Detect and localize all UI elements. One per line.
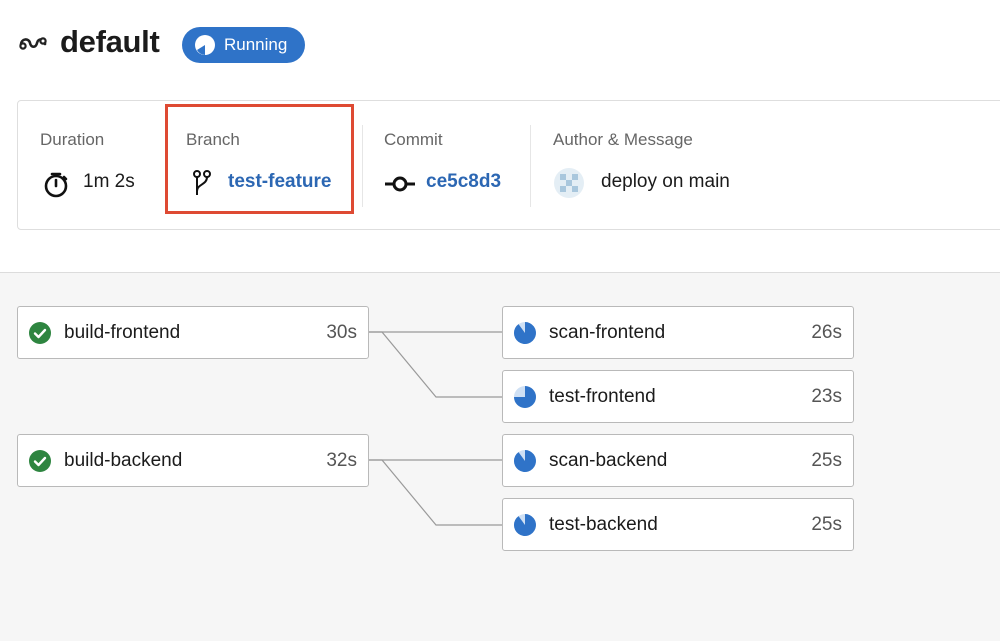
- job-test-backend[interactable]: test-backend 25s: [502, 498, 854, 551]
- job-duration: 30s: [326, 321, 357, 343]
- commit-section: Commit ce5c8d3: [363, 101, 533, 231]
- commit-label: Commit: [384, 130, 443, 149]
- pipeline-header: default Running: [0, 0, 1000, 90]
- job-name: test-frontend: [549, 385, 656, 407]
- page-title: default: [60, 24, 160, 59]
- job-duration: 32s: [326, 449, 357, 471]
- job-duration: 23s: [811, 385, 842, 407]
- job-duration: 26s: [811, 321, 842, 343]
- running-progress-icon: [514, 385, 536, 408]
- author-label: Author & Message: [553, 130, 693, 149]
- running-icon: [195, 35, 215, 55]
- running-progress-icon: [513, 513, 536, 536]
- branch-highlight-box: [165, 104, 354, 214]
- job-duration: 25s: [811, 449, 842, 471]
- job-name: build-backend: [64, 449, 183, 471]
- duration-value: 1m 2s: [83, 171, 135, 192]
- running-progress-icon: [513, 321, 536, 344]
- avatar[interactable]: [553, 167, 585, 199]
- success-check-icon: [29, 321, 51, 344]
- pipeline-graph: build-frontend 30s build-backend 32s sca…: [0, 272, 1000, 641]
- stopwatch-icon: [44, 172, 68, 198]
- success-check-icon: [29, 449, 51, 472]
- job-scan-backend[interactable]: scan-backend 25s: [502, 434, 854, 487]
- status-badge-label: Running: [224, 35, 288, 54]
- running-progress-icon: [513, 449, 536, 472]
- job-scan-frontend[interactable]: scan-frontend 26s: [502, 306, 854, 359]
- duration-label: Duration: [40, 130, 105, 149]
- job-name: test-backend: [549, 513, 658, 535]
- status-badge: Running: [182, 27, 306, 63]
- job-build-frontend[interactable]: build-frontend 30s: [17, 306, 369, 359]
- job-name: build-frontend: [64, 321, 181, 343]
- job-test-frontend[interactable]: test-frontend 23s: [502, 370, 854, 423]
- author-section: Author & Message deploy on main: [531, 101, 981, 231]
- pipeline-icon: [19, 37, 47, 50]
- job-name: scan-frontend: [549, 321, 666, 343]
- job-duration: 25s: [811, 513, 842, 535]
- commit-link[interactable]: ce5c8d3: [426, 171, 501, 193]
- duration-section: Duration 1m 2s: [18, 101, 158, 231]
- commit-message: deploy on main: [601, 171, 730, 192]
- job-name: scan-backend: [549, 449, 668, 471]
- job-build-backend[interactable]: build-backend 32s: [17, 434, 369, 487]
- commit-icon: [385, 176, 415, 192]
